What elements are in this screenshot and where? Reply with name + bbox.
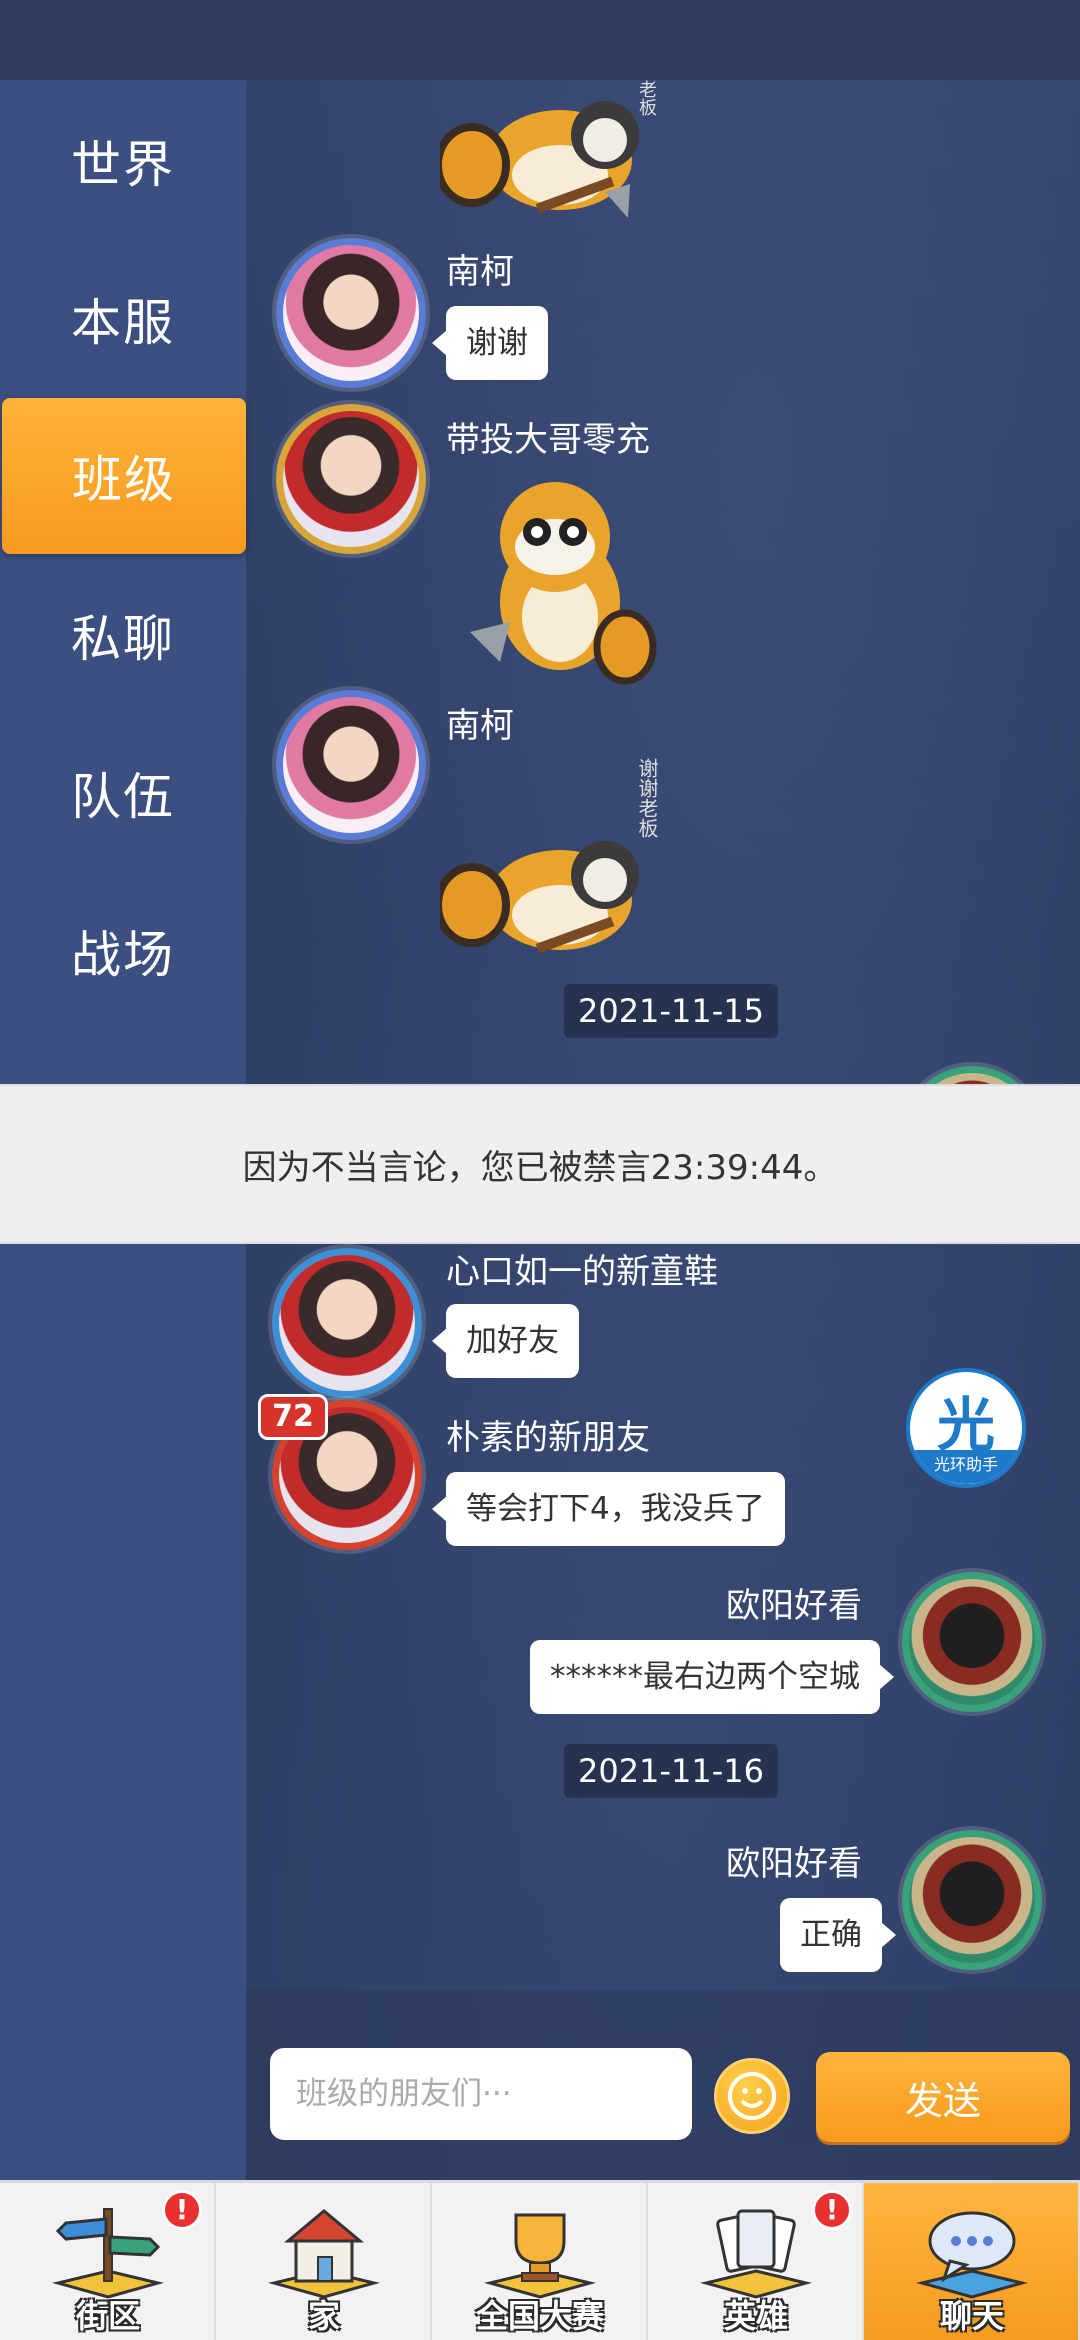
level-badge: 72 [258, 1394, 328, 1440]
message-bubble[interactable]: 加好友 [432, 1304, 579, 1378]
avatar[interactable] [276, 238, 426, 388]
assistant-float-button[interactable]: 光 光环助手 [906, 1368, 1026, 1488]
emoji-button[interactable] [714, 2058, 790, 2134]
toast-text: 因为不当言论，您已被禁言23:39:44。 [242, 1147, 838, 1188]
sidebar-item-team[interactable]: 队伍 [0, 714, 246, 872]
signpost-icon [52, 2208, 164, 2299]
message-bubble[interactable]: 等会打下4，我没兵了 [432, 1472, 785, 1546]
message-bubble[interactable]: 正确 [780, 1898, 896, 1972]
nav-label: 街区 [75, 2297, 140, 2335]
sidebar-item-class[interactable]: 班级 [2, 398, 246, 554]
raccoon-sticker[interactable] [440, 472, 670, 692]
sidebar-item-label: 班级 [72, 451, 176, 509]
chat-bubble-icon [916, 2211, 1028, 2299]
sender-name: 南柯 [446, 706, 514, 746]
avatar[interactable] [272, 1248, 422, 1398]
sender-name: 朴素的新朋友 [446, 1418, 650, 1458]
sender-name: 南柯 [446, 252, 514, 292]
avatar[interactable] [902, 1572, 1042, 1712]
raccoon-sticker[interactable] [440, 830, 650, 980]
chat-input[interactable] [270, 2048, 692, 2140]
message-bubble[interactable]: ******最右边两个空城 [530, 1640, 894, 1714]
trophy-icon [484, 2213, 596, 2299]
avatar[interactable] [902, 1830, 1042, 1970]
send-button[interactable]: 发送 [816, 2052, 1070, 2142]
send-button-label: 发送 [904, 2078, 981, 2123]
raccoon-sticker[interactable] [440, 80, 650, 230]
sidebar-item-private[interactable]: 私聊 [0, 556, 246, 714]
sender-name: 欧阳好看 [726, 1586, 862, 1626]
alert-badge: ! [812, 2190, 852, 2230]
sidebar-item-world[interactable]: 世界 [0, 82, 246, 240]
sidebar-item-label: 世界 [71, 136, 175, 194]
assistant-label: 光环助手 [910, 1450, 1022, 1484]
sidebar-item-server[interactable]: 本服 [0, 240, 246, 398]
sender-name: 带投大哥零充 [446, 420, 650, 460]
sidebar-item-label: 战场 [71, 926, 175, 984]
sender-name: 欧阳好看 [726, 1844, 862, 1884]
sidebar-item-battlefield[interactable]: 战场 [0, 872, 246, 1030]
nav-label: 家 [307, 2297, 340, 2335]
avatar[interactable] [276, 690, 426, 840]
avatar[interactable] [276, 404, 426, 554]
nav-label: 全国大赛 [475, 2297, 604, 2335]
cards-icon [700, 2209, 812, 2299]
sidebar-item-label: 私聊 [71, 610, 175, 668]
smiley-icon [728, 2072, 776, 2120]
date-divider: 2021-11-15 [564, 984, 778, 1038]
sidebar-item-label: 本服 [71, 294, 175, 352]
sticker-caption: 老板 [636, 80, 657, 116]
nav-item-home[interactable]: 家 [216, 2183, 432, 2340]
message-bubble[interactable]: 谢谢 [432, 306, 548, 380]
date-divider: 2021-11-16 [564, 1744, 778, 1798]
nav-label: 英雄 [723, 2297, 788, 2335]
house-icon [268, 2209, 380, 2299]
sticker-caption: 谢谢老板 [635, 758, 659, 838]
sender-name: 心口如一的新童鞋 [446, 1252, 718, 1292]
mute-notice-toast: 因为不当言论，您已被禁言23:39:44。 [0, 1084, 1080, 1244]
status-area [0, 0, 1080, 80]
nav-item-national-contest[interactable]: 全国大赛 [432, 2183, 648, 2340]
nav-item-chat[interactable]: 聊天 [864, 2183, 1080, 2340]
sidebar-item-label: 队伍 [71, 768, 175, 826]
nav-label: 聊天 [939, 2297, 1004, 2335]
alert-badge: ! [162, 2190, 202, 2230]
